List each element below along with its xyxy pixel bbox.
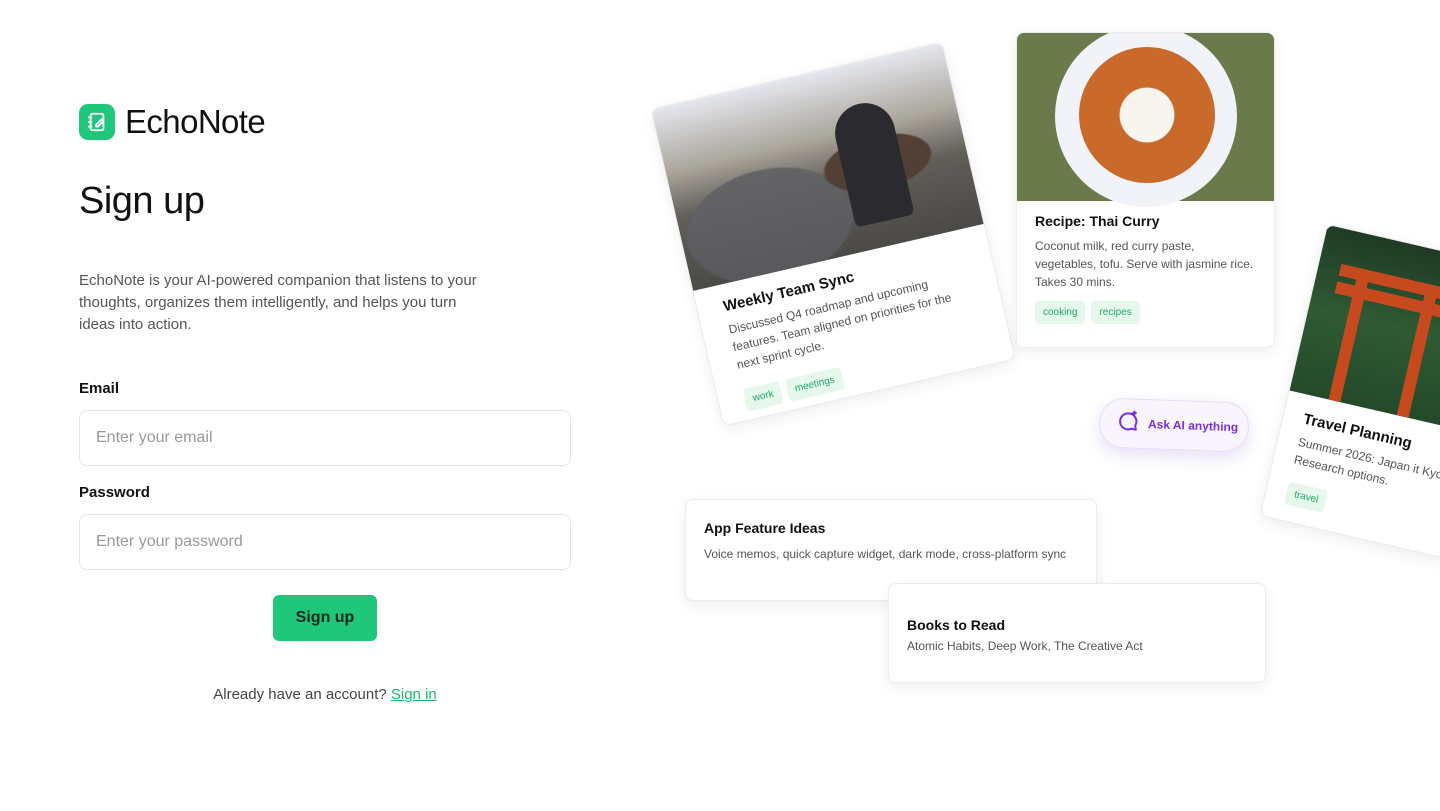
ask-ai-label: Ask AI anything <box>1147 417 1239 435</box>
email-field[interactable] <box>79 410 571 466</box>
tag-meetings[interactable]: meetings <box>784 366 845 403</box>
page-title: Sign up <box>79 180 205 222</box>
note-body: Coconut milk, red curry paste, vegetable… <box>1035 239 1254 289</box>
tag-recipes[interactable]: recipes <box>1091 301 1140 324</box>
curry-photo <box>1017 33 1274 207</box>
note-card-books-to-read[interactable]: Books to Read Atomic Habits, Deep Work, … <box>888 583 1266 683</box>
password-field[interactable] <box>79 514 571 570</box>
note-card-weekly-team-sync[interactable]: Weekly Team Sync Discussed Q4 roadmap an… <box>650 41 1016 427</box>
signin-prompt: Already have an account? <box>213 686 387 703</box>
note-body: Atomic Habits, Deep Work, The Creative A… <box>907 639 1143 653</box>
tag-travel[interactable]: travel <box>1283 481 1329 514</box>
notebook-pen-icon <box>79 104 115 140</box>
chat-sparkle-icon <box>1116 408 1141 438</box>
email-label: Email <box>79 380 120 397</box>
sign-up-button[interactable]: Sign up <box>273 595 377 641</box>
note-title: Recipe: Thai Curry <box>1035 213 1160 229</box>
note-title: Books to Read <box>907 617 1006 633</box>
signup-panel: EchoNote Sign up EchoNote is your AI-pow… <box>79 0 571 811</box>
password-label: Password <box>79 484 150 501</box>
sign-in-link[interactable]: Sign in <box>391 686 437 703</box>
brand-logo: EchoNote <box>79 103 266 140</box>
ask-ai-button[interactable]: Ask AI anything <box>1098 397 1250 453</box>
note-body: Voice memos, quick capture widget, dark … <box>704 547 1067 561</box>
tag-cooking[interactable]: cooking <box>1035 301 1086 324</box>
app-description: EchoNote is your AI-powered companion th… <box>79 272 477 333</box>
signin-row: Already have an account? Sign in <box>79 686 571 703</box>
tag-work[interactable]: work <box>742 380 784 412</box>
note-title: App Feature Ideas <box>704 520 826 536</box>
brand-name: EchoNote <box>125 103 266 140</box>
note-card-travel-planning[interactable]: Travel Planning Summer 2026: Japan it Ky… <box>1259 223 1440 575</box>
note-card-thai-curry[interactable]: Recipe: Thai Curry Coconut milk, red cur… <box>1016 32 1275 348</box>
